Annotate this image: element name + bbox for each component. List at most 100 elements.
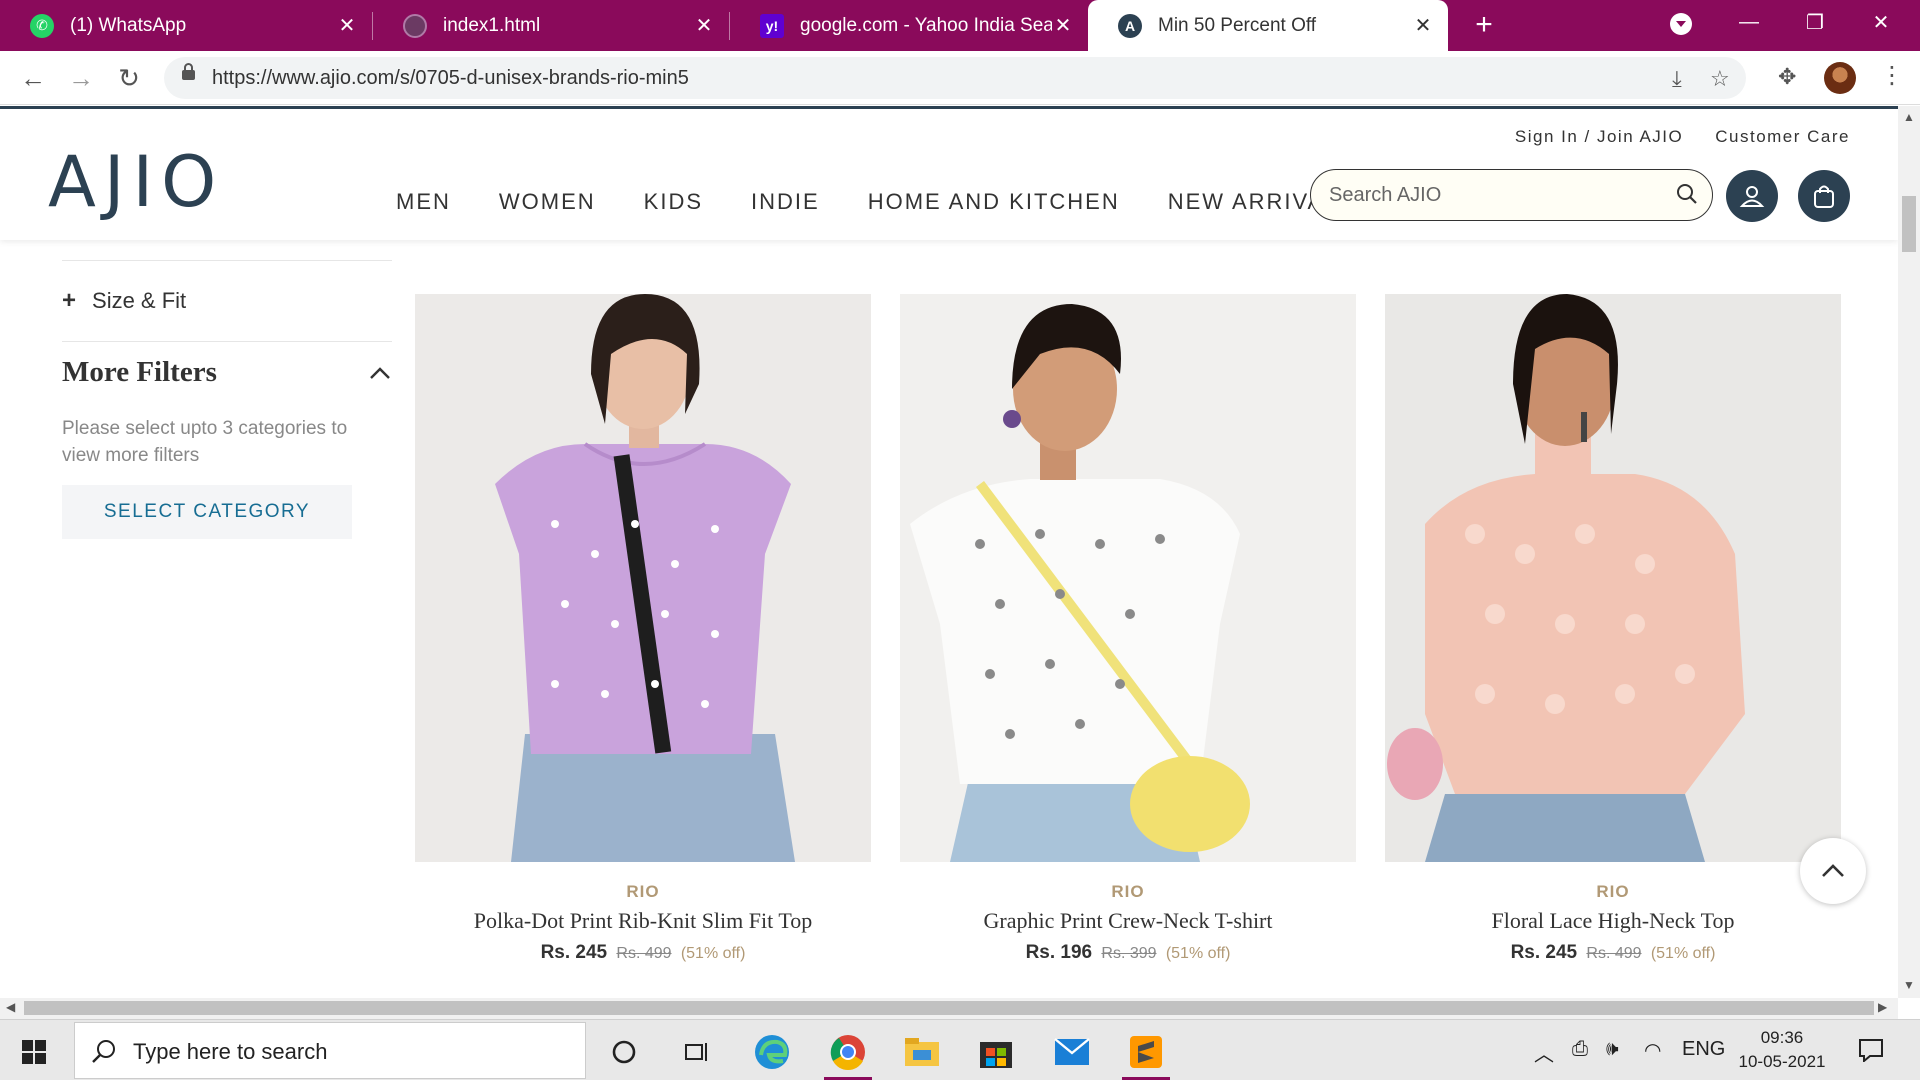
address-bar: ← → ↻ https://www.ajio.com/s/0705-d-unis…	[0, 51, 1920, 105]
more-filters-header[interactable]: More Filters	[62, 356, 392, 389]
product-image[interactable]	[1385, 294, 1841, 862]
product-image[interactable]	[900, 294, 1356, 862]
extensions-icon[interactable]: ✥	[1778, 64, 1796, 90]
url-text[interactable]: https://www.ajio.com/s/0705-d-unisex-bra…	[212, 67, 689, 90]
product-discount: (51% off)	[1650, 945, 1716, 962]
tab-whatsapp[interactable]: ✆ (1) WhatsApp ✕	[0, 0, 372, 51]
search-input[interactable]	[1329, 182, 1659, 208]
ajio-logo[interactable]: AJIO	[48, 141, 224, 223]
product-name[interactable]: Polka-Dot Print Rib-Knit Slim Fit Top	[415, 908, 871, 934]
tab-title: (1) WhatsApp	[70, 14, 187, 36]
price-row: Rs. 196 Rs. 399 (51% off)	[900, 942, 1356, 964]
scroll-thumb[interactable]	[24, 1001, 1874, 1015]
scroll-up-arrow[interactable]: ▲	[1903, 110, 1915, 124]
browser-tab-bar: ✆ (1) WhatsApp ✕ index1.html ✕ y! google…	[0, 0, 1920, 51]
close-tab-icon[interactable]: ✕	[1052, 13, 1074, 38]
chrome-icon[interactable]	[822, 1028, 874, 1080]
filter-panel: + Size & Fit More Filters Please select …	[62, 260, 392, 539]
minimize-button[interactable]: —	[1716, 0, 1782, 44]
scroll-down-arrow[interactable]: ▼	[1903, 978, 1915, 992]
horizontal-scrollbar[interactable]: ◀ ▶	[0, 998, 1898, 1019]
nav-men[interactable]: MEN	[396, 189, 451, 215]
filter-size-fit[interactable]: + Size & Fit	[62, 261, 392, 341]
url-bar[interactable]: https://www.ajio.com/s/0705-d-unisex-bra…	[164, 57, 1746, 99]
plus-icon: +	[62, 287, 77, 314]
product-price: Rs. 196	[1025, 942, 1093, 963]
product-card[interactable]: RIO Polka-Dot Print Rib-Knit Slim Fit To…	[415, 294, 871, 964]
install-icon[interactable]: ⤓	[1672, 66, 1682, 92]
product-image[interactable]	[415, 294, 871, 862]
product-mrp: Rs. 399	[1101, 945, 1157, 962]
task-view-icon[interactable]	[670, 1028, 722, 1076]
tab-title: index1.html	[443, 14, 541, 36]
chevron-up-icon[interactable]	[368, 365, 392, 381]
price-row: Rs. 245 Rs. 499 (51% off)	[415, 942, 871, 964]
whatsapp-icon: ✆	[30, 13, 54, 38]
product-name[interactable]: Floral Lace High-Neck Top	[1385, 908, 1841, 934]
product-card[interactable]: RIO Graphic Print Crew-Neck T-shirt Rs. …	[900, 294, 1356, 964]
search-icon[interactable]	[1676, 183, 1698, 205]
microsoft-store-icon[interactable]	[970, 1028, 1022, 1076]
profile-avatar[interactable]	[1824, 62, 1856, 94]
reload-icon[interactable]: ↻	[112, 61, 146, 95]
customer-care-link[interactable]: Customer Care	[1715, 127, 1850, 147]
device-icon[interactable]: ⎙	[1572, 1038, 1588, 1061]
bookmark-star-icon[interactable]: ☆	[1710, 66, 1730, 92]
product-brand: RIO	[1596, 882, 1630, 901]
cart-button[interactable]	[1798, 170, 1850, 222]
scroll-right-arrow[interactable]: ▶	[1878, 1000, 1887, 1014]
tab-title: Min 50 Percent Off	[1158, 14, 1317, 36]
close-tab-icon[interactable]: ✕	[1412, 13, 1434, 38]
new-tab-button[interactable]: +	[1466, 8, 1502, 44]
windows-start-icon[interactable]	[22, 1040, 46, 1064]
product-name[interactable]: Graphic Print Crew-Neck T-shirt	[900, 908, 1356, 934]
sublime-text-icon[interactable]	[1120, 1028, 1172, 1080]
scroll-left-arrow[interactable]: ◀	[6, 1000, 15, 1014]
sign-in-link[interactable]: Sign In / Join AJIO	[1515, 127, 1683, 147]
forward-icon[interactable]: →	[64, 61, 98, 95]
nav-home-and-kitchen[interactable]: HOME AND KITCHEN	[868, 189, 1120, 215]
nav-indie[interactable]: INDIE	[751, 189, 820, 215]
tab-search-icon[interactable]	[1670, 13, 1692, 35]
tab-yahoo[interactable]: y! google.com - Yahoo India Search ✕	[730, 0, 1088, 51]
close-window-button[interactable]: ✕	[1848, 0, 1914, 44]
page-viewport: + Size & Fit More Filters Please select …	[0, 106, 1898, 998]
close-tab-icon[interactable]: ✕	[693, 13, 715, 38]
divider	[62, 341, 392, 342]
select-category-button[interactable]: SELECT CATEGORY	[62, 485, 352, 539]
tab-ajio[interactable]: A Min 50 Percent Off ✕	[1088, 0, 1448, 51]
clock-date: 10-05-2021	[1738, 1052, 1826, 1071]
account-button[interactable]	[1726, 170, 1778, 222]
back-icon[interactable]: ←	[16, 61, 50, 95]
lock-icon	[182, 63, 195, 80]
search-icon	[92, 1040, 115, 1063]
taskbar-search[interactable]: Type here to search	[74, 1022, 586, 1079]
mail-icon[interactable]	[1046, 1028, 1098, 1076]
volume-icon[interactable]: 🕪	[1606, 1038, 1619, 1061]
restore-button[interactable]: ❐	[1782, 0, 1848, 44]
scroll-thumb[interactable]	[1902, 196, 1916, 252]
back-to-top-button[interactable]	[1800, 838, 1866, 904]
cortana-icon[interactable]	[598, 1028, 650, 1076]
product-discount: (51% off)	[680, 945, 746, 962]
nav-women[interactable]: WOMEN	[499, 189, 596, 215]
nav-kids[interactable]: KIDS	[644, 189, 703, 215]
product-mrp: Rs. 499	[616, 945, 672, 962]
language-indicator[interactable]: ENG	[1682, 1038, 1725, 1061]
vertical-scrollbar[interactable]: ▲ ▼	[1898, 106, 1920, 998]
filter-label: Size & Fit	[92, 288, 187, 313]
chevron-up-icon	[1822, 864, 1844, 877]
wifi-icon[interactable]: ◠	[1644, 1038, 1661, 1063]
edge-icon[interactable]	[746, 1028, 798, 1076]
ajio-icon: A	[1118, 13, 1142, 38]
browser-menu-icon[interactable]: ⋮	[1880, 61, 1904, 90]
system-clock[interactable]: 09:36 10-05-2021	[1730, 1026, 1834, 1074]
tab-title: google.com - Yahoo India Search	[800, 14, 1052, 36]
close-tab-icon[interactable]: ✕	[336, 13, 358, 38]
notifications-icon[interactable]	[1858, 1038, 1884, 1062]
site-header: AJIO Sign In / Join AJIO Customer Care M…	[0, 106, 1898, 240]
product-card[interactable]: RIO Floral Lace High-Neck Top Rs. 245 Rs…	[1385, 294, 1841, 964]
file-explorer-icon[interactable]	[896, 1028, 948, 1076]
tab-index1[interactable]: index1.html ✕	[373, 0, 729, 51]
show-hidden-icons-icon[interactable]: ︿	[1534, 1038, 1554, 1067]
